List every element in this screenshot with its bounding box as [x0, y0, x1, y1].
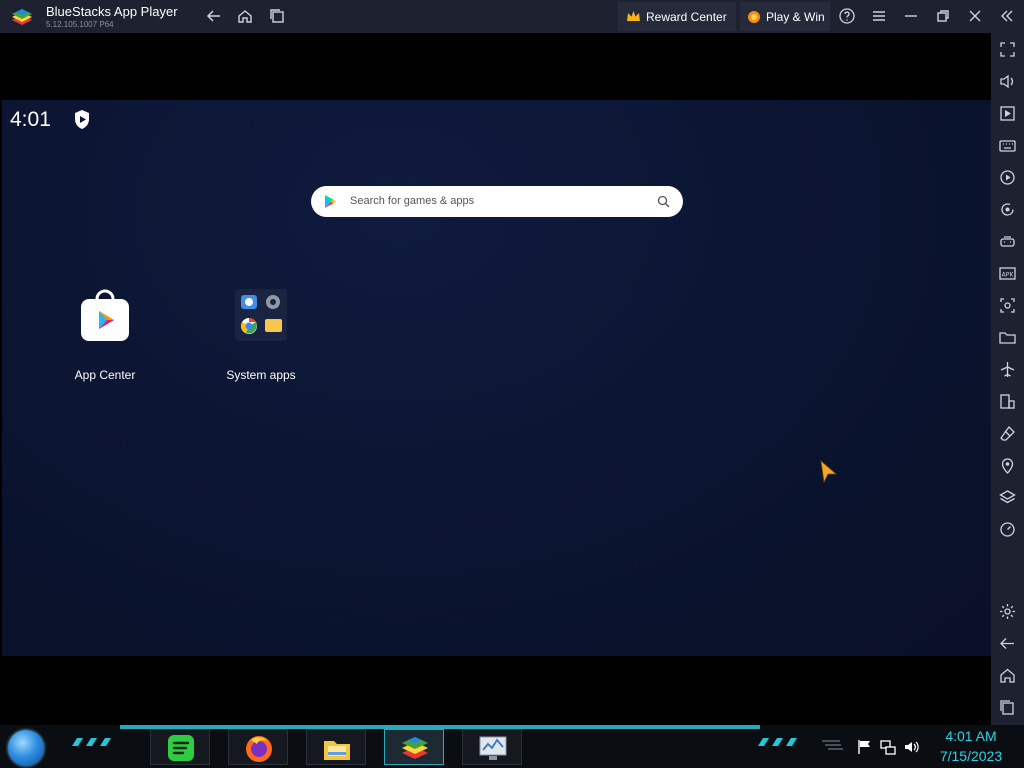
app-tile-label: App Center — [74, 368, 136, 382]
letterbox-bottom — [0, 656, 991, 725]
app-tile-system-apps[interactable]: System apps — [206, 287, 316, 387]
status-bar-clock: 4:01 — [10, 108, 51, 131]
app-tile-app-center[interactable]: App Center — [50, 287, 160, 387]
folder-icon[interactable] — [999, 329, 1016, 346]
gamepad-icon[interactable] — [999, 233, 1016, 250]
taskbar-app-spotify[interactable] — [150, 729, 210, 765]
taskbar-clock-time[interactable]: 4:01 AM — [934, 728, 1008, 744]
settings-icon[interactable] — [999, 603, 1016, 620]
collapse-sidebar-icon[interactable] — [998, 7, 1016, 25]
rotate-icon[interactable] — [999, 201, 1016, 218]
macro-icon[interactable] — [999, 169, 1016, 186]
start-button[interactable] — [8, 730, 44, 766]
search-bar[interactable]: Search for games & apps — [311, 186, 683, 217]
eraser-icon[interactable] — [999, 425, 1016, 442]
title-bar: BlueStacks App Player 5.12.105.1007 P64 … — [0, 0, 1024, 33]
layers-icon[interactable] — [999, 489, 1016, 506]
play-win-coin-icon — [748, 10, 760, 23]
app-version: 5.12.105.1007 P64 — [46, 20, 114, 29]
recents-icon[interactable] — [999, 699, 1016, 716]
bluestacks-window: BlueStacks App Player 5.12.105.1007 P64 … — [0, 0, 1024, 768]
minimize-icon[interactable] — [902, 7, 920, 25]
right-sidebar: APK — [991, 33, 1024, 725]
shield-play-icon — [75, 110, 89, 129]
action-center-flag-icon[interactable] — [856, 739, 872, 755]
google-play-icon — [325, 195, 336, 208]
taskbar-decoration — [822, 740, 843, 750]
network-icon[interactable] — [880, 739, 896, 755]
taskbar-decoration — [758, 738, 797, 746]
firefox-icon — [246, 736, 272, 762]
file-explorer-icon — [324, 741, 350, 760]
taskbar-decoration — [72, 738, 111, 746]
menu-icon[interactable] — [870, 7, 888, 25]
letterbox-top — [0, 33, 991, 100]
volume-icon[interactable] — [904, 739, 920, 755]
volume-icon[interactable] — [999, 73, 1016, 90]
system-apps-icon — [235, 289, 287, 341]
back-icon[interactable] — [999, 635, 1016, 652]
app-center-icon — [81, 289, 129, 341]
reward-center-button[interactable]: Reward Center — [618, 2, 736, 31]
multi-instance-icon[interactable] — [268, 7, 286, 25]
search-placeholder: Search for games & apps — [350, 195, 475, 207]
location-icon[interactable] — [999, 457, 1016, 474]
taskbar-app-firefox[interactable] — [228, 729, 288, 765]
search-icon[interactable] — [657, 195, 670, 208]
fullscreen-icon[interactable] — [999, 41, 1016, 58]
android-home-screen[interactable]: 4:01 Search for games & apps App Center — [2, 100, 991, 656]
play-win-label: Play & Win — [766, 9, 825, 24]
taskbar-app-file-explorer[interactable] — [306, 729, 366, 765]
play-win-button[interactable]: Play & Win — [740, 2, 830, 31]
apk-icon[interactable]: APK — [999, 265, 1016, 282]
home-icon[interactable] — [236, 7, 254, 25]
crown-icon — [627, 11, 640, 21]
bluestacks-logo-icon — [12, 9, 32, 25]
home-icon[interactable] — [999, 667, 1016, 684]
keyboard-icon[interactable] — [999, 137, 1016, 154]
mouse-cursor-icon — [820, 460, 838, 484]
performance-icon[interactable] — [999, 521, 1016, 538]
taskbar-app-system-monitor[interactable] — [462, 729, 522, 765]
app-tile-label: System apps — [226, 368, 296, 382]
restore-icon[interactable] — [934, 7, 952, 25]
screenshot-icon[interactable] — [999, 297, 1016, 314]
reward-center-label: Reward Center — [646, 9, 727, 24]
help-icon[interactable] — [838, 7, 856, 25]
taskbar-app-bluestacks[interactable] — [384, 729, 444, 765]
spotify-icon — [168, 735, 194, 761]
bluestacks-icon — [402, 737, 428, 759]
media-icon[interactable] — [999, 105, 1016, 122]
back-icon[interactable] — [205, 7, 223, 25]
airplane-icon[interactable] — [999, 361, 1016, 378]
close-icon[interactable] — [966, 7, 984, 25]
svg-text:APK: APK — [1002, 272, 1015, 279]
system-monitor-icon — [479, 736, 507, 760]
taskbar-clock-date[interactable]: 7/15/2023 — [930, 748, 1012, 764]
app-title: BlueStacks App Player — [46, 4, 178, 19]
multi-instance-icon[interactable] — [999, 393, 1016, 410]
